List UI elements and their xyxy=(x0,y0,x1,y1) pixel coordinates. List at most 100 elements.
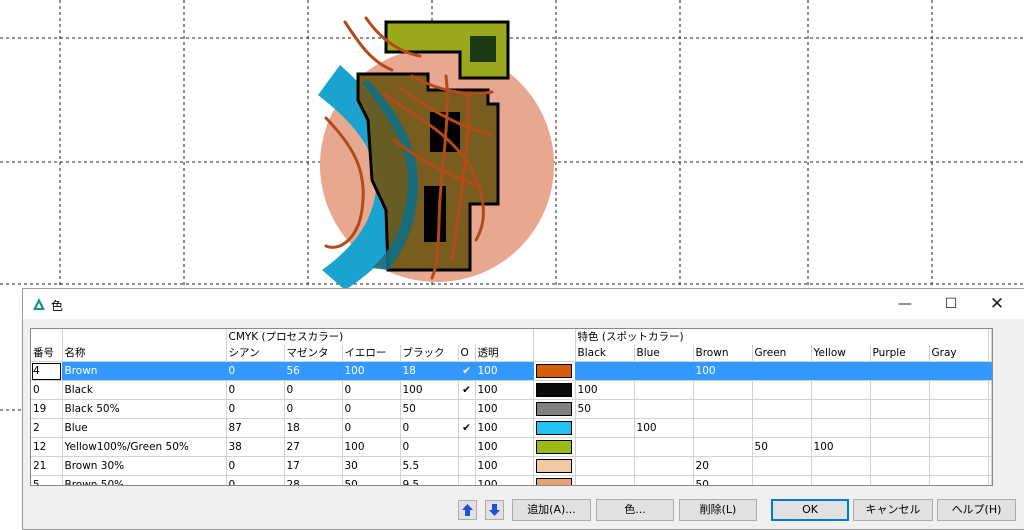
cell-spot[interactable] xyxy=(693,399,753,419)
title-bar[interactable]: 色 — ☐ ✕ xyxy=(23,289,1024,319)
cell-yellow[interactable]: 100 xyxy=(342,437,401,457)
cell-spot[interactable] xyxy=(752,475,812,485)
cell-overprint[interactable]: ✔ xyxy=(458,361,476,381)
cell-name[interactable]: Brown xyxy=(62,361,227,381)
cell-spot[interactable] xyxy=(634,456,694,476)
cancel-button[interactable]: キャンセル xyxy=(853,499,933,521)
cell-spot[interactable] xyxy=(752,418,812,438)
cell-spot[interactable]: 50 xyxy=(752,437,812,457)
cell-swatch[interactable] xyxy=(533,399,576,419)
cell-magenta[interactable]: 28 xyxy=(284,475,343,485)
cell-num[interactable]: 5 xyxy=(31,475,63,485)
table-row[interactable]: 21 Brown 30% 0 17 30 5.5 100 20 xyxy=(31,456,992,476)
cell-spot[interactable] xyxy=(693,418,753,438)
cell-spot[interactable] xyxy=(929,361,989,381)
cell-cyan[interactable]: 0 xyxy=(226,475,285,485)
cell-transparency[interactable]: 100 xyxy=(475,437,534,457)
cell-overprint[interactable] xyxy=(458,399,476,419)
maximize-button[interactable]: ☐ xyxy=(928,289,974,319)
cell-spot[interactable]: 100 xyxy=(693,361,753,381)
header-yellow[interactable]: イエロー xyxy=(342,345,401,362)
header-cyan[interactable]: シアン xyxy=(226,345,285,362)
cell-yellow[interactable]: 50 xyxy=(342,475,401,485)
color-button[interactable]: 色... xyxy=(596,499,674,521)
cell-swatch[interactable] xyxy=(533,437,576,457)
cell-transparency[interactable]: 100 xyxy=(475,475,534,485)
header-name[interactable]: 名称 xyxy=(62,345,227,362)
minimize-button[interactable]: — xyxy=(882,289,928,319)
cell-yellow[interactable]: 0 xyxy=(342,418,401,438)
cell-transparency[interactable]: 100 xyxy=(475,361,534,381)
cell-num[interactable]: 12 xyxy=(31,437,63,457)
cell-transparency[interactable]: 100 xyxy=(475,418,534,438)
delete-button[interactable]: 削除(L) xyxy=(679,499,757,521)
cell-swatch[interactable] xyxy=(533,475,576,485)
table-row[interactable]: 19 Black 50% 0 0 0 50 100 50 xyxy=(31,399,992,419)
cell-spot[interactable]: 100 xyxy=(811,437,871,457)
cell-black[interactable]: 9.5 xyxy=(400,475,459,485)
cell-cyan[interactable]: 87 xyxy=(226,418,285,438)
cell-spot[interactable] xyxy=(929,437,989,457)
cell-spot[interactable] xyxy=(811,418,871,438)
cell-yellow[interactable]: 30 xyxy=(342,456,401,476)
cell-spot[interactable]: 50 xyxy=(575,399,635,419)
cell-transparency[interactable]: 100 xyxy=(475,456,534,476)
move-down-button[interactable] xyxy=(485,500,504,520)
cell-black[interactable]: 18 xyxy=(400,361,459,381)
cell-overprint[interactable] xyxy=(458,456,476,476)
header-overprint[interactable]: O xyxy=(458,345,476,362)
cell-spot[interactable] xyxy=(634,399,694,419)
cell-spot[interactable] xyxy=(870,475,930,485)
cell-spot[interactable]: 100 xyxy=(634,418,694,438)
cell-name[interactable]: Yellow100%/Green 50% xyxy=(62,437,227,457)
cell-spot[interactable] xyxy=(811,361,871,381)
cell-spot[interactable]: 20 xyxy=(693,456,753,476)
cell-spot[interactable] xyxy=(929,475,989,485)
cell-spot[interactable] xyxy=(811,475,871,485)
cell-spot[interactable]: 50 xyxy=(693,475,753,485)
cell-overprint[interactable]: ✔ xyxy=(458,418,476,438)
cell-spot[interactable] xyxy=(575,456,635,476)
cell-spot[interactable] xyxy=(634,475,694,485)
header-spot-purple[interactable]: Purple xyxy=(870,345,930,362)
cell-spot[interactable] xyxy=(870,361,930,381)
cell-spot[interactable] xyxy=(811,456,871,476)
cell-spot[interactable] xyxy=(870,380,930,400)
cell-spot[interactable] xyxy=(693,380,753,400)
help-button[interactable]: ヘルプ(H) xyxy=(937,499,1016,521)
ok-button[interactable]: OK xyxy=(771,499,849,521)
cell-black[interactable]: 5.5 xyxy=(400,456,459,476)
header-spot-brown[interactable]: Brown xyxy=(693,345,753,362)
cell-magenta[interactable]: 27 xyxy=(284,437,343,457)
cell-spot[interactable] xyxy=(929,418,989,438)
cell-black[interactable]: 0 xyxy=(400,418,459,438)
cell-magenta[interactable]: 17 xyxy=(284,456,343,476)
header-black[interactable]: ブラック xyxy=(400,345,459,362)
header-magenta[interactable]: マゼンタ xyxy=(284,345,343,362)
cell-spot[interactable] xyxy=(870,418,930,438)
close-button[interactable]: ✕ xyxy=(974,289,1020,319)
table-row[interactable]: 5 Brown 50% 0 28 50 9.5 100 50 xyxy=(31,475,992,485)
header-spot-yellow[interactable]: Yellow xyxy=(811,345,871,362)
move-up-button[interactable] xyxy=(458,500,477,520)
add-button[interactable]: 追加(A)... xyxy=(512,499,591,521)
cell-overprint[interactable]: ✔ xyxy=(458,380,476,400)
cell-overprint[interactable] xyxy=(458,437,476,457)
cell-num[interactable]: 0 xyxy=(31,380,63,400)
cell-magenta[interactable]: 0 xyxy=(284,380,343,400)
cell-spot[interactable] xyxy=(870,399,930,419)
cell-spot[interactable] xyxy=(575,437,635,457)
cell-spot[interactable] xyxy=(929,399,989,419)
cell-cyan[interactable]: 38 xyxy=(226,437,285,457)
cell-swatch[interactable] xyxy=(533,456,576,476)
cell-spot[interactable] xyxy=(634,437,694,457)
cell-swatch[interactable] xyxy=(533,361,576,381)
header-spot-gray[interactable]: Gray xyxy=(929,345,989,362)
cell-spot[interactable] xyxy=(752,399,812,419)
cell-yellow[interactable]: 100 xyxy=(342,361,401,381)
cell-spot[interactable] xyxy=(575,475,635,485)
cell-yellow[interactable]: 0 xyxy=(342,380,401,400)
cell-spot[interactable] xyxy=(811,399,871,419)
table-row[interactable]: 12 Yellow100%/Green 50% 38 27 100 0 100 50 100 xyxy=(31,437,992,457)
cell-spot[interactable] xyxy=(575,361,635,381)
